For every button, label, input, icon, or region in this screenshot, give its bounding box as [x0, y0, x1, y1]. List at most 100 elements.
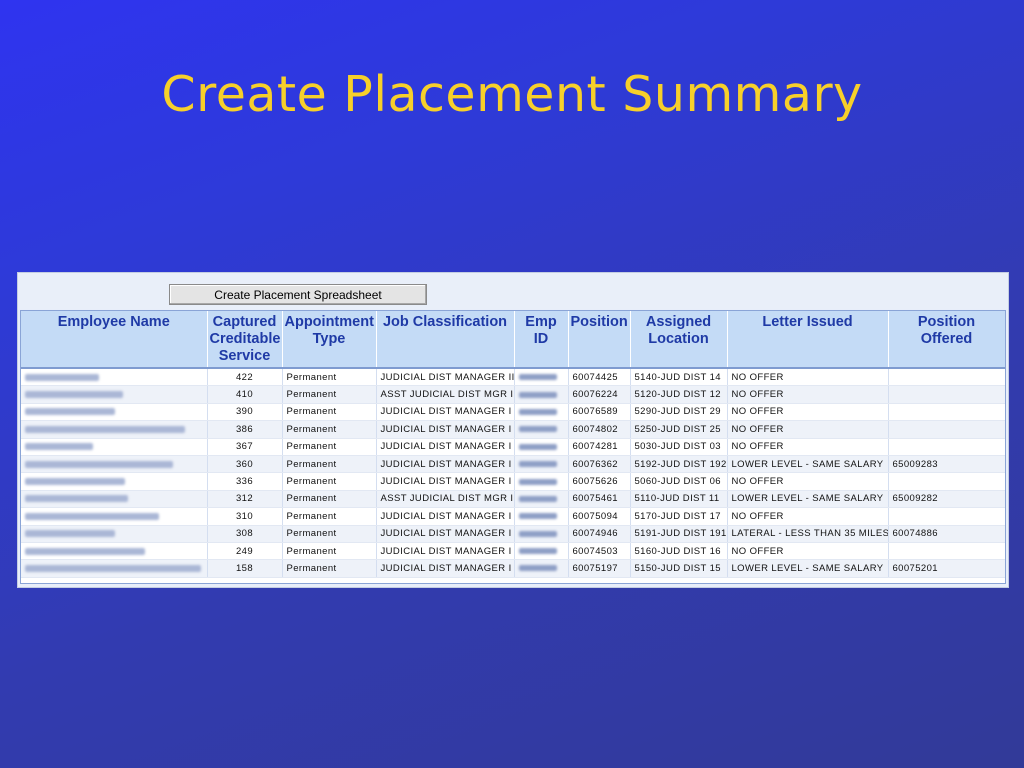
location-cell: 5150-JUD DIST 15 — [630, 559, 728, 578]
service-cell: 422 — [207, 368, 283, 387]
position-offered-cell — [888, 403, 1005, 422]
position-cell: 60076362 — [568, 455, 631, 474]
location-cell: 5170-JUD DIST 17 — [630, 507, 728, 526]
job-classification-cell: JUDICIAL DIST MANAGER I — [376, 403, 515, 422]
letter-issued-cell: NO OFFER — [727, 472, 889, 491]
redacted-id — [518, 530, 557, 537]
emp-id-cell — [514, 403, 569, 422]
appointment-type-cell: Permanent — [282, 559, 377, 578]
job-classification-cell: JUDICIAL DIST MANAGER I — [376, 507, 515, 526]
slide-title: Create Placement Summary — [161, 66, 863, 123]
position-offered-cell — [888, 542, 1005, 561]
service-cell: 410 — [207, 385, 283, 404]
create-placement-spreadsheet-button[interactable]: Create Placement Spreadsheet — [169, 284, 427, 305]
position-offered-cell: 65009283 — [888, 455, 1005, 474]
col-appointment-type[interactable]: Appointment Type — [282, 311, 377, 369]
redacted-name — [25, 478, 125, 486]
table-row[interactable]: 360 Permanent JUDICIAL DIST MANAGER I 60076… — [21, 455, 1005, 474]
col-assigned-location[interactable]: Assigned Location — [630, 311, 728, 369]
employee-name-cell — [21, 438, 208, 456]
emp-id-cell — [514, 420, 569, 439]
redacted-id — [518, 408, 557, 415]
table-row[interactable]: 308 Permanent JUDICIAL DIST MANAGER I 60074… — [21, 525, 1005, 543]
letter-issued-cell: NO OFFER — [727, 368, 889, 387]
position-offered-cell: 60074886 — [888, 525, 1005, 543]
emp-id-cell — [514, 559, 569, 578]
col-captured-creditable-service[interactable]: Captured Creditable Service — [207, 311, 283, 369]
job-classification-cell: JUDICIAL DIST MANAGER I — [376, 455, 515, 474]
emp-id-cell — [514, 542, 569, 561]
emp-id-cell — [514, 438, 569, 456]
col-job-classification[interactable]: Job Classification — [376, 311, 515, 369]
appointment-type-cell: Permanent — [282, 455, 377, 474]
service-cell: 390 — [207, 403, 283, 422]
table-row[interactable]: 310 Permanent JUDICIAL DIST MANAGER I 60075… — [21, 507, 1005, 526]
job-classification-cell: JUDICIAL DIST MANAGER I — [376, 420, 515, 439]
job-classification-cell: JUDICIAL DIST MANAGER I — [376, 472, 515, 491]
position-offered-cell — [888, 438, 1005, 456]
position-offered-cell: 65009282 — [888, 490, 1005, 509]
position-offered-cell — [888, 368, 1005, 387]
location-cell: 5160-JUD DIST 16 — [630, 542, 728, 561]
col-letter-issued[interactable]: Letter Issued — [727, 311, 889, 369]
employee-name-cell — [21, 507, 208, 526]
appointment-type-cell: Permanent — [282, 525, 377, 543]
redacted-id — [518, 461, 557, 468]
table-row[interactable]: 422 Permanent JUDICIAL DIST MANAGER III 600… — [21, 368, 1005, 387]
position-cell: 60074503 — [568, 542, 631, 561]
redacted-id — [518, 548, 557, 555]
employee-name-cell — [21, 403, 208, 422]
service-cell: 308 — [207, 525, 283, 543]
employee-name-cell — [21, 455, 208, 474]
location-cell: 5250-JUD DIST 25 — [630, 420, 728, 439]
job-classification-cell: JUDICIAL DIST MANAGER III — [376, 368, 515, 387]
header-row: Employee Name Captured Creditable Servic… — [21, 311, 1005, 369]
redacted-name — [25, 530, 115, 538]
col-position-offered[interactable]: Position Offered — [888, 311, 1005, 369]
service-cell: 249 — [207, 542, 283, 561]
table-row[interactable]: 367 Permanent JUDICIAL DIST MANAGER I 60074… — [21, 438, 1005, 456]
redacted-id — [518, 443, 557, 450]
table-row[interactable]: 158 Permanent JUDICIAL DIST MANAGER I 60075… — [21, 559, 1005, 578]
col-position[interactable]: Position — [568, 311, 631, 369]
location-cell: 5140-JUD DIST 14 — [630, 368, 728, 387]
placement-grid: Employee Name Captured Creditable Servic… — [20, 310, 1006, 584]
table-row[interactable]: 249 Permanent JUDICIAL DIST MANAGER I 60074… — [21, 542, 1005, 561]
appointment-type-cell: Permanent — [282, 490, 377, 509]
redacted-id — [518, 565, 557, 572]
appointment-type-cell: Permanent — [282, 472, 377, 491]
employee-name-cell — [21, 542, 208, 561]
location-cell: 5120-JUD DIST 12 — [630, 385, 728, 404]
redacted-name — [25, 547, 145, 555]
job-classification-cell: JUDICIAL DIST MANAGER I — [376, 542, 515, 561]
position-cell: 60075094 — [568, 507, 631, 526]
service-cell: 312 — [207, 490, 283, 509]
appointment-type-cell: Permanent — [282, 403, 377, 422]
employee-name-cell — [21, 368, 208, 387]
position-cell: 60074802 — [568, 420, 631, 439]
employee-name-cell — [21, 559, 208, 578]
table-row[interactable]: 336 Permanent JUDICIAL DIST MANAGER I 60075… — [21, 472, 1005, 491]
emp-id-cell — [514, 525, 569, 543]
employee-name-cell — [21, 420, 208, 439]
redacted-name — [25, 408, 115, 416]
position-offered-cell: 60075201 — [888, 559, 1005, 578]
table-row[interactable]: 312 Permanent ASST JUDICIAL DIST MGR I 6007… — [21, 490, 1005, 509]
col-emp-id[interactable]: Emp ID — [514, 311, 569, 369]
job-classification-cell: ASST JUDICIAL DIST MGR I — [376, 385, 515, 404]
employee-name-cell — [21, 385, 208, 404]
table-body: 422 Permanent JUDICIAL DIST MANAGER III 600… — [21, 368, 1005, 578]
table-row[interactable]: 386 Permanent JUDICIAL DIST MANAGER I 60074… — [21, 420, 1005, 439]
redacted-id — [518, 495, 557, 502]
appointment-type-cell: Permanent — [282, 420, 377, 439]
table-row[interactable]: 410 Permanent ASST JUDICIAL DIST MGR I 6007… — [21, 385, 1005, 404]
redacted-id — [518, 391, 557, 398]
position-cell: 60075461 — [568, 490, 631, 509]
position-cell: 60074425 — [568, 368, 631, 387]
position-offered-cell — [888, 472, 1005, 491]
emp-id-cell — [514, 507, 569, 526]
col-employee-name[interactable]: Employee Name — [21, 311, 208, 369]
letter-issued-cell: LOWER LEVEL - SAME SALARY — [727, 559, 889, 578]
service-cell: 360 — [207, 455, 283, 474]
table-row[interactable]: 390 Permanent JUDICIAL DIST MANAGER I 60076… — [21, 403, 1005, 422]
